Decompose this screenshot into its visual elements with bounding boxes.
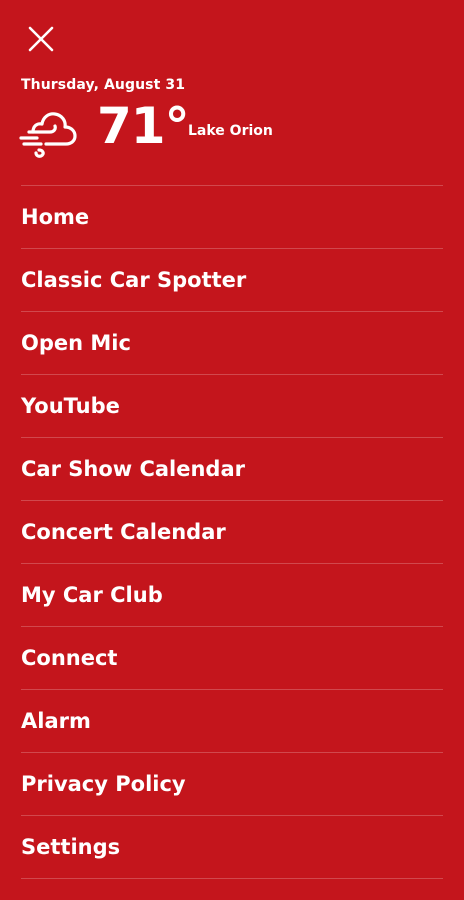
menu-item-settings[interactable]: Settings: [21, 816, 443, 879]
menu-item-concert-calendar[interactable]: Concert Calendar: [21, 501, 443, 564]
menu-item-connect[interactable]: Connect: [21, 627, 443, 690]
menu-item-privacy-policy[interactable]: Privacy Policy: [21, 753, 443, 816]
weather-date: Thursday, August 31: [21, 77, 186, 93]
menu-item-home[interactable]: Home: [21, 186, 443, 249]
menu-item-car-show-calendar[interactable]: Car Show Calendar: [21, 438, 443, 501]
menu-item-youtube[interactable]: YouTube: [21, 375, 443, 438]
close-icon: [28, 26, 54, 52]
windy-cloud-icon: [19, 112, 77, 158]
location-label: Lake Orion: [188, 123, 273, 139]
temperature: 71°: [97, 97, 190, 155]
menu-item-my-car-club[interactable]: My Car Club: [21, 564, 443, 627]
menu-item-alarm[interactable]: Alarm: [21, 690, 443, 753]
close-button[interactable]: [22, 20, 60, 58]
side-menu: Home Classic Car Spotter Open Mic YouTub…: [21, 185, 443, 879]
menu-item-open-mic[interactable]: Open Mic: [21, 312, 443, 375]
menu-item-classic-car-spotter[interactable]: Classic Car Spotter: [21, 249, 443, 312]
